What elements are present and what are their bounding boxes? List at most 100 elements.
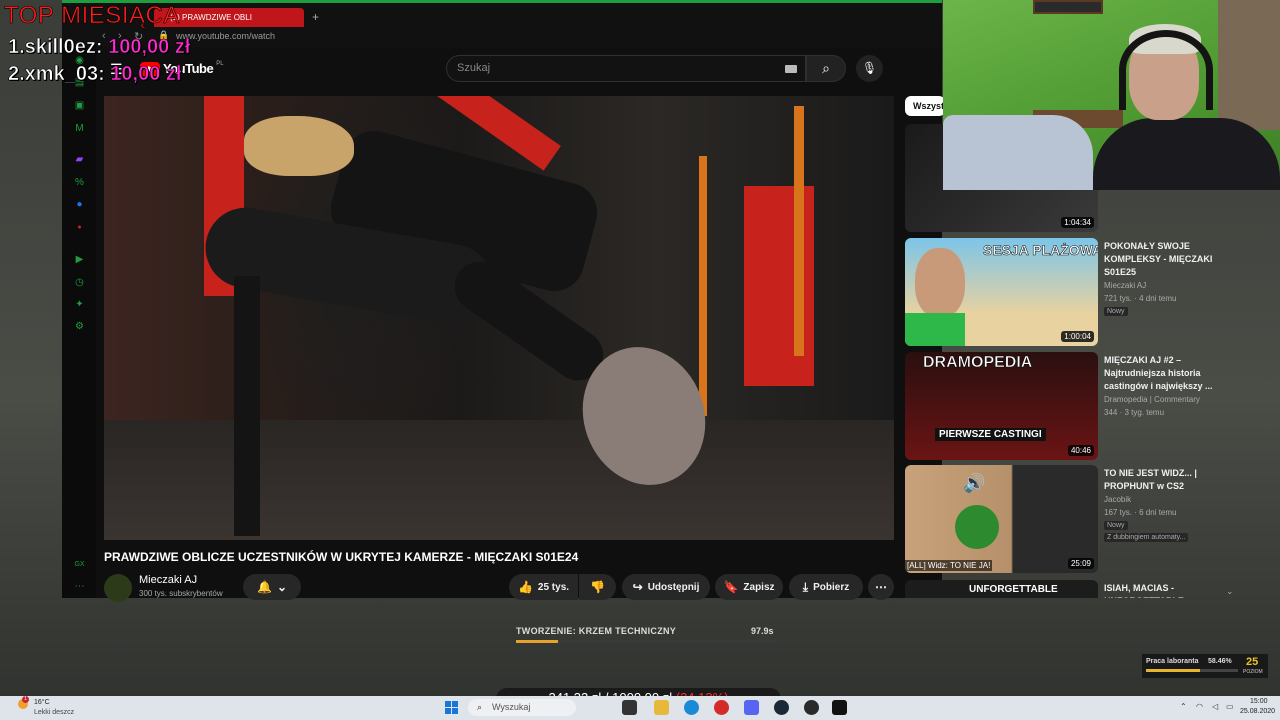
opera-icon[interactable]: ● xyxy=(74,222,85,233)
filter-chip-all[interactable]: Wszystko xyxy=(905,96,945,116)
share-button[interactable]: ↪ Udostępnij xyxy=(622,574,710,600)
rec-item[interactable]: 🔊 [ALL] Widz: TO NIE JA! 25:09 TO NIE JE… xyxy=(905,465,1225,573)
share-label: Udostępnij xyxy=(647,581,700,593)
rec-title[interactable]: ISIAH, MACIAS - UNFORGETTABLE xyxy=(1104,582,1216,598)
crafting-progress-bar xyxy=(516,640,776,643)
dislike-button[interactable]: 👎 xyxy=(579,574,616,600)
clock-date[interactable]: 25.08.2020 xyxy=(1240,708,1275,715)
rec-meta: 167 tys. · 6 dni temu xyxy=(1104,508,1177,517)
crafting-progress-fill xyxy=(516,640,558,643)
volume-icon[interactable]: ◁ xyxy=(1212,702,1218,711)
clock-time[interactable]: 15:00 xyxy=(1250,698,1268,705)
share-icon: ↪ xyxy=(632,580,643,594)
chevron-up-icon[interactable]: ⌃ xyxy=(1180,702,1187,711)
extensions-icon[interactable]: ✦ xyxy=(74,299,85,310)
more-actions-button[interactable]: ⋯ xyxy=(868,574,894,600)
gx-icon[interactable]: GX xyxy=(74,559,85,570)
channel-avatar[interactable] xyxy=(104,574,132,602)
rec-title[interactable]: POKONAŁY SWOJE KOMPLEKSY - MIĘCZAKI S01E… xyxy=(1104,240,1216,279)
rec-item[interactable]: SESJA PLAŻOWA 1:00:04 POKONAŁY SWOJE KOM… xyxy=(905,238,1225,346)
chevron-down-icon[interactable]: ⌄ xyxy=(1226,586,1234,597)
rec-thumbnail[interactable]: SESJA PLAŻOWA 1:00:04 xyxy=(905,238,1098,346)
webcam-wall-picture xyxy=(1033,0,1103,14)
save-button[interactable]: 🔖 Zapisz xyxy=(715,574,783,600)
rec-channel[interactable]: Jacobik xyxy=(1104,495,1131,504)
search-placeholder: Szukaj xyxy=(457,62,491,74)
address-bar[interactable]: ‹ › ↻ 🔒 www.youtube.com/watch xyxy=(62,27,942,47)
download-button[interactable]: ⤓ Pobierz xyxy=(789,574,863,600)
discord-icon[interactable] xyxy=(744,700,759,715)
messenger-icon[interactable]: ● xyxy=(74,199,85,210)
task-view-icon[interactable] xyxy=(622,700,637,715)
webcam-streamer-body xyxy=(1093,118,1280,190)
app-icon[interactable] xyxy=(832,700,847,715)
rec-badge-dubbing: Z dubbingiem automaty... xyxy=(1104,533,1189,542)
rec-badge: Nowy xyxy=(1104,307,1128,316)
rec-duration: 1:04:34 xyxy=(1061,217,1094,228)
taskbar-search[interactable]: ⌕ Wyszukaj xyxy=(468,699,576,716)
rec-channel[interactable]: Dramopedia | Commentary xyxy=(1104,395,1200,404)
file-explorer-icon[interactable] xyxy=(654,700,669,715)
lab-level-number: 25 xyxy=(1246,656,1259,668)
bookmark-icon: 🔖 xyxy=(723,580,739,594)
video-person-hair xyxy=(244,116,354,176)
rec-channel[interactable]: Mieczaki AJ xyxy=(1104,281,1146,290)
voice-search-button[interactable]: 🎙 xyxy=(856,55,883,82)
battery-icon[interactable]: ▭ xyxy=(1226,702,1234,711)
webcam-door xyxy=(1218,0,1280,130)
bookmarks-icon[interactable]: ▣ xyxy=(74,100,85,111)
search-icon: ⌕ xyxy=(822,60,830,76)
rec-thumbnail[interactable]: 🔊 [ALL] Widz: TO NIE JA! 25:09 xyxy=(905,465,1098,573)
weather-temperature[interactable]: 16°C xyxy=(34,699,50,706)
steam-icon[interactable] xyxy=(774,700,789,715)
rec-thumb-text: SESJA PLAŻOWA xyxy=(983,242,1098,259)
windows-start-icon[interactable] xyxy=(445,701,458,714)
rec-title[interactable]: TO NIE JEST WIDZ... | PROPHUNT w CS2 xyxy=(1104,467,1216,493)
url-text[interactable]: www.youtube.com/watch xyxy=(176,31,275,41)
twitch-icon[interactable]: ▰ xyxy=(74,154,85,165)
tab-bar: (1) PRAWDZIWE OBLI + xyxy=(62,3,942,28)
rec-thumb-text: [ALL] Widz: TO NIE JA! xyxy=(905,560,993,571)
more-icon[interactable]: ⋯ xyxy=(74,581,85,592)
settings-icon[interactable]: ⚙ xyxy=(74,321,85,332)
video-floor xyxy=(104,420,894,540)
webcam-bed xyxy=(943,115,1093,190)
video-title: PRAWDZIWE OBLICZE UCZESTNIKÓW W UKRYTEJ … xyxy=(104,550,579,564)
donor-name: 2.xmk_03: xyxy=(8,63,105,86)
download-icon: ⤓ xyxy=(802,579,809,594)
keyboard-icon[interactable] xyxy=(785,65,797,73)
rec-thumb-text: DRAMOPEDIA xyxy=(923,354,1033,372)
bell-icon: 🔔 xyxy=(256,580,272,594)
rec-duration: 40:46 xyxy=(1067,445,1094,456)
search-button[interactable]: ⌕ xyxy=(806,55,846,82)
rec-item[interactable]: DRAMOPEDIA PIERWSZE CASTINGI 40:46 MIĘCZ… xyxy=(905,352,1225,460)
rec-thumbnail[interactable]: DRAMOPEDIA PIERWSZE CASTINGI 40:46 xyxy=(905,352,1098,460)
crafting-progress-time: 97.9s xyxy=(751,626,774,636)
obs-icon[interactable] xyxy=(804,700,819,715)
search-icon: ⌕ xyxy=(477,702,483,712)
search-input[interactable]: Szukaj xyxy=(446,55,806,82)
video-player[interactable] xyxy=(104,96,894,540)
headset-icon xyxy=(1119,30,1213,110)
rec-thumbnail[interactable]: UNFORGETTABLE xyxy=(905,580,1098,598)
percent-icon[interactable]: % xyxy=(74,177,85,188)
rec-badge: Nowy xyxy=(1104,521,1128,530)
channel-name[interactable]: Mieczaki AJ xyxy=(139,574,197,586)
donor-amount: 10,00 zł xyxy=(110,63,182,86)
weather-description[interactable]: Lekki deszcz xyxy=(34,709,74,716)
like-button[interactable]: 👍 25 tys. xyxy=(509,574,578,600)
taskbar-search-placeholder: Wyszukaj xyxy=(492,702,531,712)
download-label: Pobierz xyxy=(813,581,850,593)
edge-icon[interactable] xyxy=(684,700,699,715)
m-icon[interactable]: M xyxy=(74,123,85,134)
wifi-icon[interactable]: ◠ xyxy=(1196,702,1203,711)
rec-item[interactable]: UNFORGETTABLE ISIAH, MACIAS - UNFORGETTA… xyxy=(905,580,1225,598)
rec-thumb-watermelon xyxy=(955,505,999,549)
new-tab-button[interactable]: + xyxy=(312,10,319,24)
history-icon[interactable]: ◷ xyxy=(74,277,85,288)
rec-title[interactable]: MIĘCZAKI AJ #2 – Najtrudniejsza historia… xyxy=(1104,354,1216,393)
opera-gx-icon[interactable] xyxy=(714,700,729,715)
subscribe-bell-button[interactable]: 🔔 ⌄ xyxy=(243,574,301,600)
browser-sidebar: ◉ ▤ ▣ M ▰ % ● ● ▶ ◷ ✦ ⚙ GX ⋯ xyxy=(62,47,96,598)
player-icon[interactable]: ▶ xyxy=(74,254,85,265)
